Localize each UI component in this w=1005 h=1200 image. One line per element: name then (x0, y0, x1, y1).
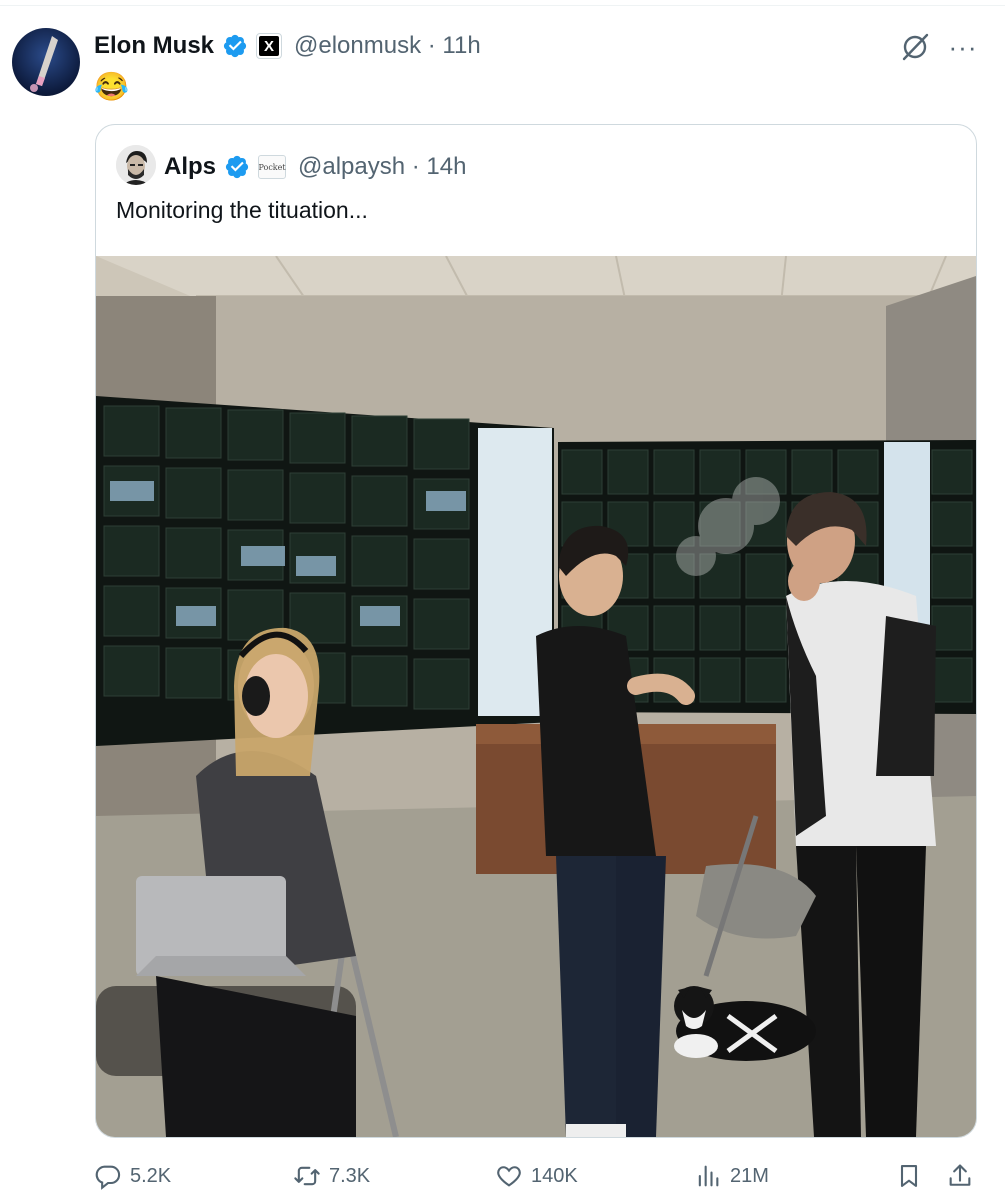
reply-icon (95, 1165, 121, 1190)
repost-count: 7.3K (329, 1164, 371, 1187)
reply-count: 5.2K (130, 1164, 172, 1187)
share-icon (949, 1164, 971, 1186)
like-count: 140K (531, 1164, 578, 1187)
affiliation-badge[interactable]: X (256, 33, 283, 59)
share-button[interactable] (946, 1162, 974, 1190)
views-icon (698, 1165, 719, 1187)
author-name[interactable]: Elon Musk (94, 32, 214, 60)
quoted-post-header: Alps Pocket @alpaysh · 14h (164, 151, 466, 183)
verified-badge-icon[interactable] (224, 154, 250, 180)
action-bar: 5.2K 7.3K 140K 21M (0, 1150, 1005, 1200)
quoted-post[interactable]: Alps Pocket @alpaysh · 14h Monitoring th… (95, 124, 977, 1138)
author-handle-time[interactable]: @elonmusk · 11h (294, 32, 481, 60)
view-count: 21M (730, 1164, 769, 1187)
like-button[interactable]: 140K (495, 1162, 578, 1190)
verified-badge-icon[interactable] (222, 33, 248, 59)
quoted-author-handle-time: @alpaysh · 14h (298, 153, 467, 180)
quoted-post-photo[interactable] (96, 256, 976, 1137)
reply-button[interactable]: 5.2K (94, 1162, 171, 1190)
heart-icon (497, 1166, 521, 1187)
repost-button[interactable]: 7.3K (293, 1162, 370, 1190)
bookmark-button[interactable] (895, 1162, 923, 1190)
post-text: 😂 (94, 71, 129, 102)
author-avatar[interactable] (12, 28, 80, 96)
views-button[interactable]: 21M (694, 1162, 769, 1190)
bookmark-icon (900, 1165, 918, 1187)
post-header: Elon Musk X @elonmusk · 11h (94, 30, 481, 62)
quoted-author-name[interactable]: Alps (164, 153, 216, 181)
top-divider (0, 5, 1005, 6)
quoted-affiliation-badge[interactable]: Pocket (258, 155, 287, 179)
more-icon[interactable]: ··· (946, 30, 980, 64)
quoted-author-avatar (116, 145, 156, 185)
quoted-post-text: Monitoring the tituation... (116, 197, 368, 223)
repost-icon (294, 1166, 320, 1186)
x-logo-icon: X (259, 36, 280, 56)
grok-icon[interactable] (898, 30, 932, 64)
